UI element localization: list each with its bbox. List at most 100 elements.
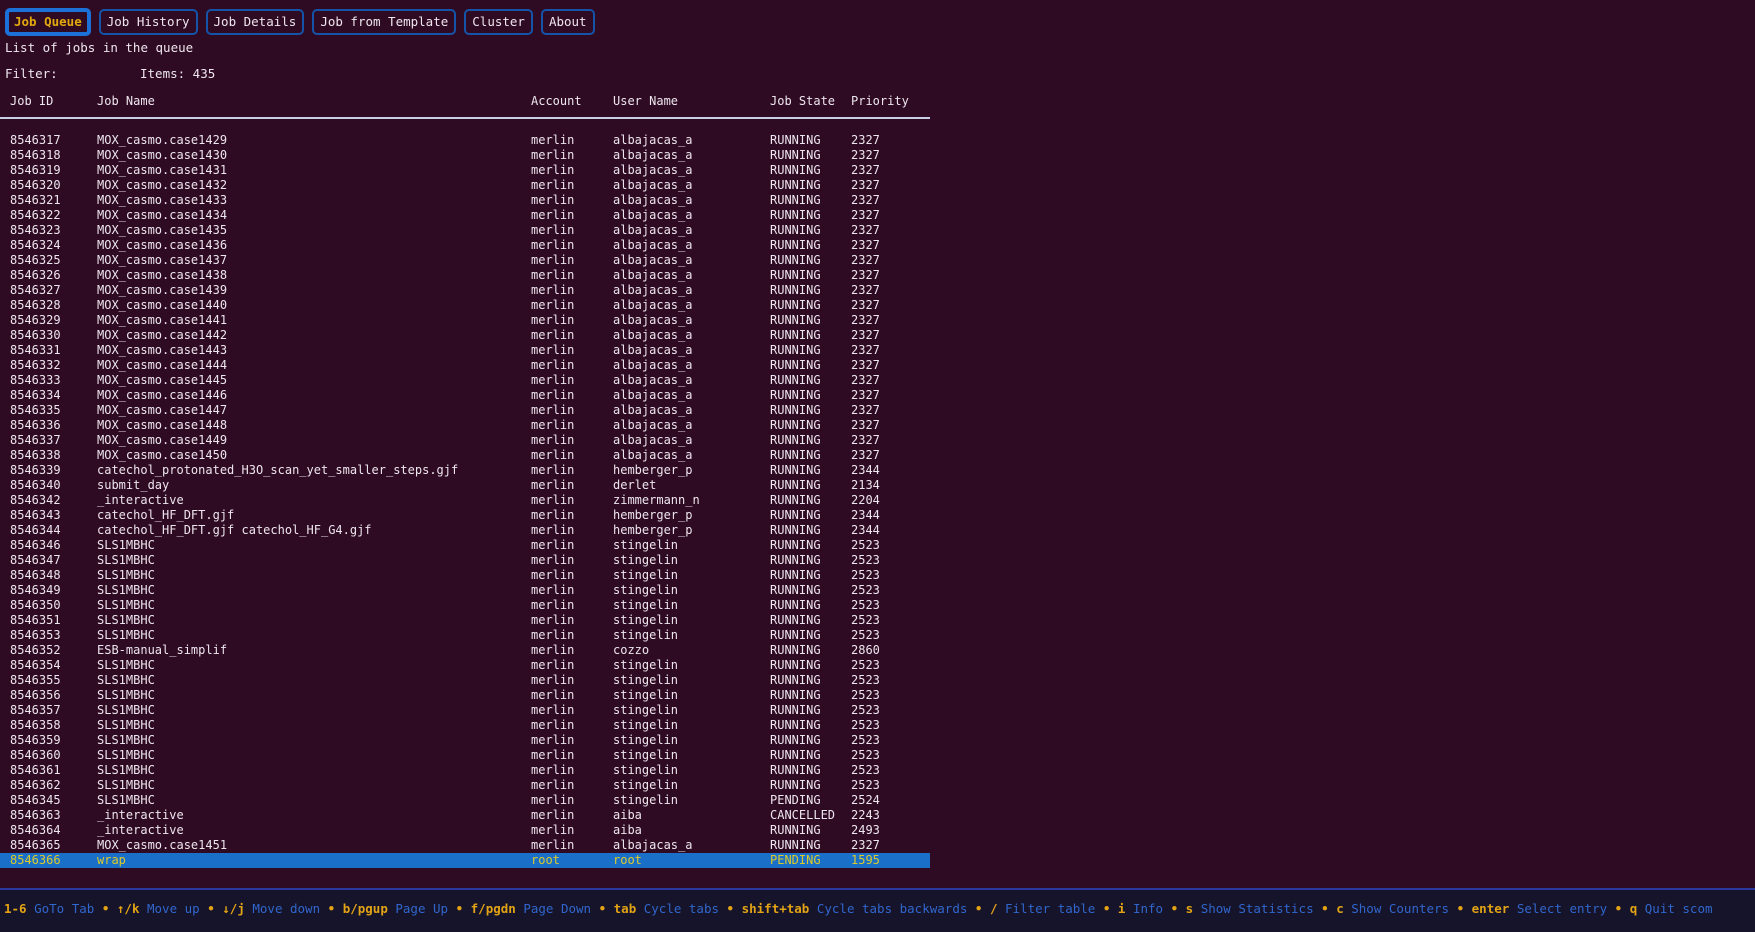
cell-account: merlin (531, 283, 574, 298)
table-row[interactable]: 8546349SLS1MBHCmerlinstingelinRUNNING252… (0, 583, 930, 598)
table-row[interactable]: 8546359SLS1MBHCmerlinstingelinRUNNING252… (0, 733, 930, 748)
cell-account: merlin (531, 313, 574, 328)
keybar-description: Show Counters (1344, 901, 1449, 916)
table-row[interactable]: 8546344catechol_HF_DFT.gjf catechol_HF_G… (0, 523, 930, 538)
table-row[interactable]: 8546363_interactivemerlinaibaCANCELLED22… (0, 808, 930, 823)
cell-account: merlin (531, 223, 574, 238)
cell-user-name: albajacas_a (613, 343, 692, 358)
table-row[interactable]: 8546339catechol_protonated_H3O_scan_yet_… (0, 463, 930, 478)
cell-job-state: RUNNING (770, 583, 821, 598)
table-row-selected[interactable]: 8546366wraprootrootPENDING1595 (0, 853, 930, 868)
table-row[interactable]: 8546353SLS1MBHCmerlinstingelinRUNNING252… (0, 628, 930, 643)
cell-job-id: 8546360 (10, 748, 61, 763)
cell-priority: 2523 (851, 718, 880, 733)
table-row[interactable]: 8546324MOX_casmo.case1436merlinalbajacas… (0, 238, 930, 253)
table-row[interactable]: 8546318MOX_casmo.case1430merlinalbajacas… (0, 148, 930, 163)
cell-job-name: MOX_casmo.case1442 (97, 328, 227, 343)
cell-job-name: MOX_casmo.case1441 (97, 313, 227, 328)
table-row[interactable]: 8546357SLS1MBHCmerlinstingelinRUNNING252… (0, 703, 930, 718)
table-row[interactable]: 8546355SLS1MBHCmerlinstingelinRUNNING252… (0, 673, 930, 688)
cell-priority: 2523 (851, 763, 880, 778)
table-row[interactable]: 8546333MOX_casmo.case1445merlinalbajacas… (0, 373, 930, 388)
table-row[interactable]: 8546340submit_daymerlinderletRUNNING2134 (0, 478, 930, 493)
table-row[interactable]: 8546323MOX_casmo.case1435merlinalbajacas… (0, 223, 930, 238)
cell-account: merlin (531, 748, 574, 763)
cell-job-name: MOX_casmo.case1433 (97, 193, 227, 208)
cell-job-state: RUNNING (770, 598, 821, 613)
table-row[interactable]: 8546335MOX_casmo.case1447merlinalbajacas… (0, 403, 930, 418)
table-row[interactable]: 8546334MOX_casmo.case1446merlinalbajacas… (0, 388, 930, 403)
tab-cluster[interactable]: Cluster (464, 9, 533, 36)
table-row[interactable]: 8546346SLS1MBHCmerlinstingelinRUNNING252… (0, 538, 930, 553)
tab-job-history[interactable]: Job History (99, 9, 198, 36)
cell-job-id: 8546323 (10, 223, 61, 238)
cell-priority: 2327 (851, 358, 880, 373)
table-row[interactable]: 8546331MOX_casmo.case1443merlinalbajacas… (0, 343, 930, 358)
cell-job-state: RUNNING (770, 748, 821, 763)
cell-job-id: 8546336 (10, 418, 61, 433)
table-row[interactable]: 8546321MOX_casmo.case1433merlinalbajacas… (0, 193, 930, 208)
cell-job-state: RUNNING (770, 538, 821, 553)
table-row[interactable]: 8546354SLS1MBHCmerlinstingelinRUNNING252… (0, 658, 930, 673)
cell-job-state: RUNNING (770, 208, 821, 223)
tab-job-from-template[interactable]: Job from Template (312, 9, 456, 36)
table-row[interactable]: 8546327MOX_casmo.case1439merlinalbajacas… (0, 283, 930, 298)
cell-user-name: albajacas_a (613, 268, 692, 283)
table-row[interactable]: 8546320MOX_casmo.case1432merlinalbajacas… (0, 178, 930, 193)
app-screen: Job Queue Job History Job Details Job fr… (0, 0, 1755, 932)
table-row[interactable]: 8546332MOX_casmo.case1444merlinalbajacas… (0, 358, 930, 373)
bottom-bar: 1-6 GoTo Tab • ↑/k Move up • ↓/j Move do… (0, 888, 1755, 932)
table-row[interactable]: 8546325MOX_casmo.case1437merlinalbajacas… (0, 253, 930, 268)
cell-job-id: 8546352 (10, 643, 61, 658)
table-row[interactable]: 8546358SLS1MBHCmerlinstingelinRUNNING252… (0, 718, 930, 733)
table-row[interactable]: 8546322MOX_casmo.case1434merlinalbajacas… (0, 208, 930, 223)
items-count: Items: 435 (140, 66, 215, 81)
cell-account: merlin (531, 148, 574, 163)
column-header-job-id: Job ID (10, 94, 53, 108)
table-row[interactable]: 8546362SLS1MBHCmerlinstingelinRUNNING252… (0, 778, 930, 793)
tab-about[interactable]: About (541, 9, 595, 36)
cell-priority: 2243 (851, 808, 880, 823)
table-row[interactable]: 8546356SLS1MBHCmerlinstingelinRUNNING252… (0, 688, 930, 703)
cell-priority: 2523 (851, 748, 880, 763)
cell-job-name: MOX_casmo.case1443 (97, 343, 227, 358)
table-row[interactable]: 8546342_interactivemerlinzimmermann_nRUN… (0, 493, 930, 508)
cell-job-name: MOX_casmo.case1448 (97, 418, 227, 433)
cell-job-name: wrap (97, 853, 126, 868)
table-row[interactable]: 8546328MOX_casmo.case1440merlinalbajacas… (0, 298, 930, 313)
table-row[interactable]: 8546350SLS1MBHCmerlinstingelinRUNNING252… (0, 598, 930, 613)
table-row[interactable]: 8546348SLS1MBHCmerlinstingelinRUNNING252… (0, 568, 930, 583)
cell-account: merlin (531, 298, 574, 313)
table-row[interactable]: 8546347SLS1MBHCmerlinstingelinRUNNING252… (0, 553, 930, 568)
table-row[interactable]: 8546365MOX_casmo.case1451merlinalbajacas… (0, 838, 930, 853)
cell-priority: 2134 (851, 478, 880, 493)
tab-job-details[interactable]: Job Details (206, 9, 305, 36)
cell-priority: 2327 (851, 403, 880, 418)
filter-input[interactable] (70, 66, 130, 81)
table-row[interactable]: 8546326MOX_casmo.case1438merlinalbajacas… (0, 268, 930, 283)
table-row[interactable]: 8546336MOX_casmo.case1448merlinalbajacas… (0, 418, 930, 433)
keybar-separator: • (448, 901, 471, 916)
tab-job-queue[interactable]: Job Queue (5, 8, 91, 37)
cell-job-state: RUNNING (770, 718, 821, 733)
table-row[interactable]: 8546338MOX_casmo.case1450merlinalbajacas… (0, 448, 930, 463)
cell-job-name: MOX_casmo.case1447 (97, 403, 227, 418)
cell-user-name: stingelin (613, 658, 678, 673)
table-row[interactable]: 8546330MOX_casmo.case1442merlinalbajacas… (0, 328, 930, 343)
table-row[interactable]: 8546364_interactivemerlinaibaRUNNING2493 (0, 823, 930, 838)
table-row[interactable]: 8546351SLS1MBHCmerlinstingelinRUNNING252… (0, 613, 930, 628)
table-row[interactable]: 8546337MOX_casmo.case1449merlinalbajacas… (0, 433, 930, 448)
table-row[interactable]: 8546329MOX_casmo.case1441merlinalbajacas… (0, 313, 930, 328)
table-row[interactable]: 8546343catechol_HF_DFT.gjfmerlinhemberge… (0, 508, 930, 523)
table-row[interactable]: 8546317MOX_casmo.case1429merlinalbajacas… (0, 133, 930, 148)
cell-job-id: 8546355 (10, 673, 61, 688)
table-row[interactable]: 8546361SLS1MBHCmerlinstingelinRUNNING252… (0, 763, 930, 778)
table-row[interactable]: 8546345SLS1MBHCmerlinstingelinPENDING252… (0, 793, 930, 808)
cell-job-state: RUNNING (770, 313, 821, 328)
table-row[interactable]: 8546319MOX_casmo.case1431merlinalbajacas… (0, 163, 930, 178)
cell-account: merlin (531, 763, 574, 778)
table-row[interactable]: 8546360SLS1MBHCmerlinstingelinRUNNING252… (0, 748, 930, 763)
table-row[interactable]: 8546352ESB-manual_simplifmerlincozzoRUNN… (0, 643, 930, 658)
cell-account: merlin (531, 793, 574, 808)
cell-priority: 2327 (851, 298, 880, 313)
